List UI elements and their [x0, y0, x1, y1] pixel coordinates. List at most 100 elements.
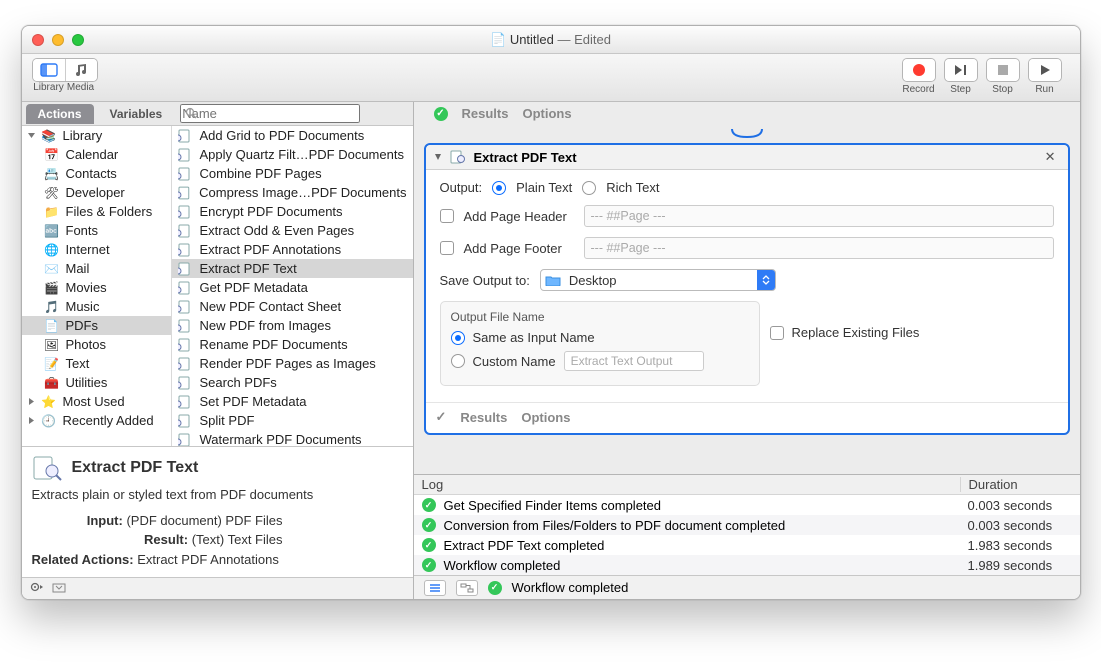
action-row[interactable]: Apply Quartz Filt…PDF Documents: [172, 145, 413, 164]
zoom-window-button[interactable]: [72, 34, 84, 46]
log-row[interactable]: ✓Conversion from Files/Folders to PDF do…: [414, 515, 1080, 535]
category-row[interactable]: 📇Contacts: [22, 164, 171, 183]
footer-template-input[interactable]: --- ##Page ---: [584, 237, 1054, 259]
action-options-tab[interactable]: Options: [521, 410, 570, 425]
remove-action-button[interactable]: ✕: [1041, 149, 1060, 165]
action-header[interactable]: Extract PDF Text ✕: [426, 145, 1068, 170]
pdf-action-icon: [178, 281, 194, 295]
checkbox-add-footer[interactable]: [440, 241, 454, 255]
workflow-canvas[interactable]: ✓ Results Options Extract PDF Text ✕: [414, 102, 1080, 474]
category-row[interactable]: 📚Library: [22, 126, 171, 145]
action-row[interactable]: New PDF Contact Sheet: [172, 297, 413, 316]
label-add-footer: Add Page Footer: [464, 241, 574, 256]
action-row[interactable]: Add Grid to PDF Documents: [172, 126, 413, 145]
radio-custom-name[interactable]: [451, 354, 465, 368]
category-label: Music: [66, 299, 100, 314]
category-row[interactable]: 🎵 Music: [22, 297, 171, 316]
action-row[interactable]: Compress Image…PDF Documents: [172, 183, 413, 202]
action-row[interactable]: Rename PDF Documents: [172, 335, 413, 354]
action-results-tab[interactable]: Results: [460, 410, 507, 425]
doc-state: — Edited: [558, 32, 611, 47]
action-row[interactable]: Set PDF Metadata: [172, 392, 413, 411]
close-window-button[interactable]: [32, 34, 44, 46]
category-row[interactable]: 🛠Developer: [22, 183, 171, 202]
category-row[interactable]: 📄PDFs: [22, 316, 171, 335]
library-categories[interactable]: 📚Library📅Calendar📇Contacts🛠Developer📁Fil…: [22, 126, 172, 446]
tab-actions[interactable]: Actions: [26, 104, 94, 124]
save-destination-popup[interactable]: Desktop: [540, 269, 776, 291]
log-header-log[interactable]: Log: [414, 477, 960, 492]
checkbox-replace-existing[interactable]: [770, 326, 784, 340]
log-row[interactable]: ✓Extract PDF Text completed1.983 seconds: [414, 535, 1080, 555]
action-row[interactable]: Split PDF: [172, 411, 413, 430]
category-row[interactable]: 🕘Recently Added: [22, 411, 171, 430]
category-row[interactable]: 🧰Utilities: [22, 373, 171, 392]
actions-list[interactable]: Add Grid to PDF Documents Apply Quartz Fi…: [172, 126, 413, 446]
action-row[interactable]: Watermark PDF Documents: [172, 430, 413, 446]
category-row[interactable]: 📅Calendar: [22, 145, 171, 164]
media-toggle-button[interactable]: [65, 59, 97, 81]
run-button[interactable]: [1029, 59, 1061, 81]
step-button[interactable]: [945, 59, 977, 81]
disclosure-triangle-icon[interactable]: [434, 153, 442, 161]
category-row[interactable]: ⭐Most Used: [22, 392, 171, 411]
radio-rich-text[interactable]: [582, 181, 596, 195]
pdf-action-icon: [178, 319, 194, 333]
category-icon: 📅: [44, 148, 60, 162]
log-view-flow-button[interactable]: [456, 580, 478, 596]
prev-results-tab[interactable]: Results: [462, 106, 509, 121]
log-message: Get Specified Finder Items completed: [444, 498, 662, 513]
radio-same-name[interactable]: [451, 331, 465, 345]
action-row[interactable]: Get PDF Metadata: [172, 278, 413, 297]
detail-toggle-button[interactable]: [52, 581, 66, 596]
category-row[interactable]: 📝Text: [22, 354, 171, 373]
action-row[interactable]: Render PDF Pages as Images: [172, 354, 413, 373]
prev-options-tab[interactable]: Options: [522, 106, 571, 121]
category-icon: ⭐: [41, 395, 57, 409]
stop-button[interactable]: [987, 59, 1019, 81]
category-row[interactable]: 🌐Internet: [22, 240, 171, 259]
action-label: Extract Odd & Even Pages: [200, 223, 355, 238]
category-row[interactable]: 🖼Photos: [22, 335, 171, 354]
window-title: 📄 Untitled — Edited: [22, 32, 1080, 48]
workflow-footer: ✓ Workflow completed: [414, 575, 1080, 599]
log-row[interactable]: ✓Workflow completed1.989 seconds: [414, 555, 1080, 575]
category-label: Text: [66, 356, 90, 371]
log-header-duration[interactable]: Duration: [960, 477, 1080, 492]
action-label: Get PDF Metadata: [200, 280, 308, 295]
custom-name-input[interactable]: Extract Text Output: [564, 351, 704, 371]
log-view-list-button[interactable]: [424, 580, 446, 596]
search-input[interactable]: [180, 104, 360, 123]
action-row[interactable]: Extract Odd & Even Pages: [172, 221, 413, 240]
category-row[interactable]: 🎬Movies: [22, 278, 171, 297]
automator-window: 📄 Untitled — Edited Library Media R: [21, 25, 1081, 600]
action-row[interactable]: Extract PDF Text: [172, 259, 413, 278]
header-template-input[interactable]: --- ##Page ---: [584, 205, 1054, 227]
gear-menu-button[interactable]: [30, 581, 44, 596]
pdf-action-icon: [178, 129, 194, 143]
record-button[interactable]: [903, 59, 935, 81]
traffic-lights: [32, 34, 84, 46]
category-icon: 🎵: [44, 300, 60, 314]
category-row[interactable]: 🔤Fonts: [22, 221, 171, 240]
check-icon: ✓: [422, 538, 436, 552]
action-row[interactable]: New PDF from Images: [172, 316, 413, 335]
checkbox-add-header[interactable]: [440, 209, 454, 223]
category-row[interactable]: ✉️Mail: [22, 259, 171, 278]
action-row[interactable]: Extract PDF Annotations: [172, 240, 413, 259]
log-row[interactable]: ✓Get Specified Finder Items completed0.0…: [414, 495, 1080, 515]
category-label: Internet: [66, 242, 110, 257]
check-icon: ✓: [422, 498, 436, 512]
action-row[interactable]: Encrypt PDF Documents: [172, 202, 413, 221]
category-label: Fonts: [66, 223, 99, 238]
tab-variables[interactable]: Variables: [98, 104, 175, 124]
radio-plain-text[interactable]: [492, 181, 506, 195]
library-toggle-button[interactable]: [33, 59, 65, 81]
doc-name: Untitled: [510, 32, 554, 47]
popup-arrows-icon: [757, 270, 775, 290]
action-label: Apply Quartz Filt…PDF Documents: [200, 147, 404, 162]
minimize-window-button[interactable]: [52, 34, 64, 46]
category-row[interactable]: 📁Files & Folders: [22, 202, 171, 221]
action-row[interactable]: Search PDFs: [172, 373, 413, 392]
action-row[interactable]: Combine PDF Pages: [172, 164, 413, 183]
